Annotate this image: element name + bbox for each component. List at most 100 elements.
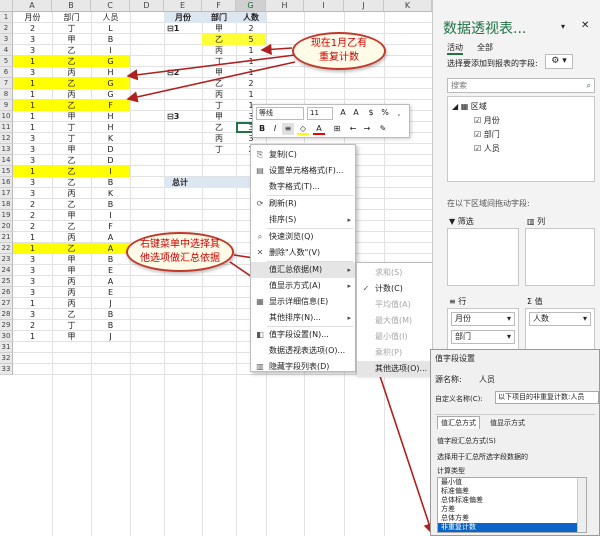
submenu-item[interactable]: 最小值(I) [357,329,437,345]
submenu-item-label: 求和(S) [375,268,403,277]
font-size-box[interactable]: 11 [307,107,333,120]
align-icon[interactable]: ≡ [282,123,294,135]
calc-type-option[interactable]: 总体标准偏差 [438,496,586,505]
summarize-section-label: 值字段汇总方式(S) [437,437,496,445]
italic-button[interactable]: I [269,123,281,135]
field-item[interactable]: ☑ 人员 [474,143,500,154]
submenu-item[interactable]: 最大值(M) [357,313,437,329]
comma-icon[interactable]: , [393,107,405,119]
decimal-decrease-icon[interactable]: → [361,123,373,135]
menu-item[interactable]: ▤ 设置单元格格式(F)... [251,163,355,179]
filter-drop-area[interactable] [447,228,519,286]
row-field-month[interactable]: 月份 ▾ [451,312,515,326]
menu-item[interactable]: ⌕ 快速浏览(Q) [251,229,355,245]
menu-item[interactable]: 值显示方式(A) ▸ [251,278,355,294]
format-icon: ▤ [256,166,264,175]
bold-button[interactable]: B [256,123,268,135]
menu-item[interactable]: ◧ 值字段设置(N)... [251,327,355,343]
menu-item[interactable]: 数据透视表选项(O)... [251,343,355,359]
calc-type-option[interactable]: 最小值 [438,478,586,487]
delete-icon: ✕ [256,248,264,257]
custom-name-field[interactable]: 以下项目的非重复计数:人员 [495,391,599,404]
submenu-item[interactable]: 乘积(P) [357,345,437,361]
menu-item-label: 值汇总依据(M) [269,265,323,274]
increase-font-icon[interactable]: A [337,107,349,119]
submenu-item[interactable]: 其他选项(O)... [357,361,437,377]
table-name: 区域 [470,102,487,111]
value-field-settings-dialog[interactable]: 值字段设置 源名称: 人员 自定义名称(C): 以下项目的非重复计数:人员 值汇… [430,349,600,536]
close-icon[interactable]: ✕ [581,20,589,31]
summarize-description: 选择用于汇总所选字段数据的 [437,453,528,461]
tab-all[interactable]: 全部 [477,42,493,53]
callout-middle-text: 右键菜单中选择其 他选项做汇总依据 [140,239,220,264]
font-color-icon[interactable]: A [313,123,325,135]
tab-show-values-as[interactable]: 值显示方式 [487,417,528,429]
field-item[interactable]: ☑ 部门 [474,129,500,140]
brush-icon[interactable]: ✎ [377,123,389,135]
values-area-label: Σ 值 [527,297,543,306]
percent-icon[interactable]: % [379,107,391,119]
refresh-icon: ⟳ [256,199,264,208]
field-item[interactable]: ☑ 月份 [474,115,500,126]
submenu-item[interactable]: 求和(S) [357,265,437,281]
pane-options-icon[interactable]: ▾ [561,22,565,31]
menu-item-label: 值显示方式(A) [269,281,321,290]
calc-type-list[interactable]: 最小值 标准偏差 总体标准偏差 方差 总体方差 非重复计数 [437,477,587,533]
details-icon: ▦ [256,297,264,306]
callout-top-text: 现在1月乙有 重复计数 [310,38,368,63]
menu-item[interactable]: ⟳ 刷新(R) [251,196,355,212]
columns-drop-area[interactable] [525,228,595,286]
drag-label: 在以下区域间拖动字段: [447,199,530,208]
search-icon: ⌕ [586,81,591,90]
search-input[interactable]: 搜索 ⌕ [447,78,595,93]
mini-toolbar[interactable]: 等线 11 A A $ % , B I ≡ ◇ A ⊞ ← → ✎ [252,104,410,138]
rows-icon: ≡ [449,297,459,306]
calc-type-option[interactable]: 非重复计数 [438,523,586,532]
value-field-count[interactable]: 人数 ▾ [529,312,591,326]
menu-item-label: 排序(S) [269,215,297,224]
decimal-increase-icon[interactable]: ← [347,123,359,135]
menu-item[interactable]: ▥ 隐藏字段列表(D) [251,359,355,375]
calc-type-option[interactable]: 标准偏差 [438,487,586,496]
calc-type-option[interactable]: 总体方差 [438,514,586,523]
summarize-submenu[interactable]: 求和(S) ✓ 计数(C) 平均值(A) 最大值(M) 最小值(I) 乘积(P) 其他选项(O… [356,262,438,377]
chevron-down-icon: ▾ [506,314,511,323]
field-list[interactable]: ◢ ▦ 区域 ☑ 月份 ☑ 部门 ☑ 人员 [447,96,595,182]
rows-drop-area[interactable]: 月份 ▾ 部门 ▾ [447,308,519,350]
fill-color-icon[interactable]: ◇ [297,123,309,135]
source-name-label: 源名称: [435,375,462,384]
chevron-right-icon: ▸ [347,282,351,290]
submenu-item-label: 乘积(P) [375,348,403,357]
field-label: 部门 [483,130,500,139]
field-label: 人员 [483,144,500,153]
table-node[interactable]: ◢ ▦ 区域 [452,101,487,112]
tab-summarize-by[interactable]: 值汇总方式 [437,416,480,429]
pivot-field-pane[interactable]: 数据透视表... ▾ ✕ 活动 全部 选择要添加到报表的字段: ⚙ ▾ 搜索 ⌕… [432,0,600,352]
currency-icon[interactable]: $ [365,107,377,119]
menu-item[interactable]: ⎘ 复制(C) [251,147,355,163]
menu-item[interactable]: 其他排序(N)... ▸ [251,310,355,326]
menu-item[interactable]: ▦ 显示详细信息(E) [251,294,355,310]
submenu-item[interactable]: ✓ 计数(C) [357,281,437,297]
row-field-dept[interactable]: 部门 ▾ [451,330,515,344]
callout-duplicate-count: 现在1月乙有 重复计数 [292,32,386,70]
menu-item[interactable]: 排序(S) ▸ [251,212,355,228]
menu-item-label: 值字段设置(N)... [269,330,329,339]
menu-item[interactable]: 数字格式(T)... [251,179,355,195]
list-scrollbar[interactable] [577,478,586,532]
explore-icon: ⌕ [257,232,263,241]
context-menu[interactable]: ⎘ 复制(C) ▤ 设置单元格格式(F)... 数字格式(T)... ⟳ 刷新(R) 排序(S… [250,144,356,372]
decrease-font-icon[interactable]: A [350,107,362,119]
menu-item[interactable]: ✕ 删除"人数"(V) [251,245,355,261]
menu-item[interactable]: 值汇总依据(M) ▸ [251,262,355,278]
filter-icon: ▼ [449,217,458,226]
calc-type-option[interactable]: 方差 [438,505,586,514]
tab-active[interactable]: 活动 [447,42,463,55]
font-name-box[interactable]: 等线 [256,107,304,120]
values-drop-area[interactable]: 人数 ▾ [525,308,595,350]
custom-name-label: 自定义名称(C): [435,395,483,403]
border-icon[interactable]: ⊞ [331,123,343,135]
submenu-item[interactable]: 平均值(A) [357,297,437,313]
chevron-right-icon: ▸ [347,314,351,322]
gear-icon[interactable]: ⚙ ▾ [545,54,573,69]
